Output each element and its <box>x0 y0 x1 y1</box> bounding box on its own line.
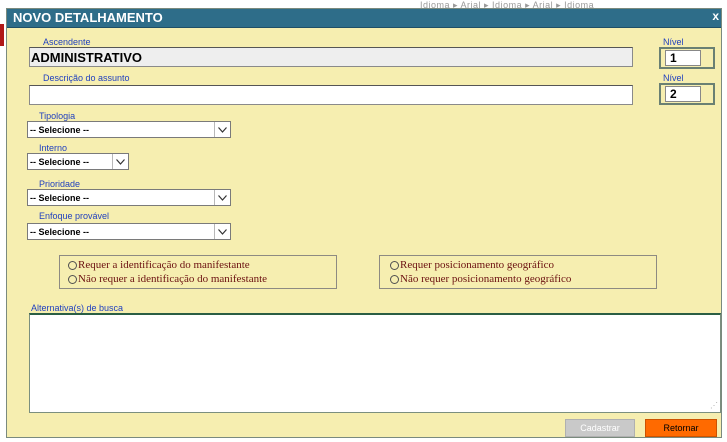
radio-nao-requer-identificacao-label: Não requer a identificação do manifestan… <box>78 273 268 285</box>
nivel-1-box: 1 <box>659 47 715 69</box>
enfoque-label: Enfoque provável <box>39 211 110 221</box>
cadastrar-button[interactable]: Cadastrar <box>565 419 635 437</box>
dialog-title: NOVO DETALHAMENTO <box>13 10 163 25</box>
nivel-2-label: Nível <box>663 73 684 83</box>
tipologia-label: Tipologia <box>39 111 76 121</box>
radio-nao-requer-identificacao[interactable]: Não requer a identificação do manifestan… <box>68 273 267 285</box>
tipologia-select[interactable]: -- Selecione -- <box>27 121 231 138</box>
interno-label: Interno <box>39 143 68 153</box>
enfoque-select[interactable]: -- Selecione -- <box>27 223 231 240</box>
radio-nao-requer-geografico-label: Não requer posicionamento geográfico <box>400 273 572 285</box>
dialog-novo-detalhamento: NOVO DETALHAMENTO x Ascendente ADMINISTR… <box>6 8 722 438</box>
geografico-group: Requer posicionamento geográfico Não req… <box>379 255 657 289</box>
chevron-down-icon[interactable] <box>112 154 128 169</box>
nivel-1-label: Nível <box>663 37 684 47</box>
ascendente-label: Ascendente <box>43 37 91 47</box>
prioridade-selected: -- Selecione -- <box>30 193 90 203</box>
prioridade-select[interactable]: -- Selecione -- <box>27 189 231 206</box>
radio-requer-geografico[interactable]: Requer posicionamento geográfico <box>390 259 554 271</box>
radio-requer-identificacao[interactable]: Requer a identificação do manifestante <box>68 259 250 271</box>
nivel-1-value: 1 <box>665 50 701 66</box>
chevron-down-icon[interactable] <box>214 190 230 205</box>
radio-button[interactable] <box>68 260 77 270</box>
descricao-label: Descrição do assunto <box>43 73 130 83</box>
interno-select[interactable]: -- Selecione -- <box>27 153 129 170</box>
interno-selected: -- Selecione -- <box>30 157 90 167</box>
radio-nao-requer-geografico[interactable]: Não requer posicionamento geográfico <box>390 273 571 285</box>
radio-button[interactable] <box>390 274 399 284</box>
radio-button[interactable] <box>390 260 399 270</box>
identificacao-group: Requer a identificação do manifestante N… <box>59 255 337 289</box>
alternativas-textarea[interactable]: ⋰ <box>29 313 721 413</box>
resize-grip-icon[interactable]: ⋰ <box>710 401 718 410</box>
radio-button[interactable] <box>68 274 77 284</box>
ascendente-field: ADMINISTRATIVO <box>29 47 633 67</box>
background-accent-mark <box>0 24 4 46</box>
prioridade-label: Prioridade <box>39 179 81 189</box>
enfoque-selected: -- Selecione -- <box>30 227 90 237</box>
nivel-2-group: Nível 2 <box>659 73 717 109</box>
nivel-2-box: 2 <box>659 83 715 105</box>
nivel-1-group: Nível 1 <box>659 37 717 73</box>
close-icon[interactable]: x <box>712 9 719 23</box>
retornar-button[interactable]: Retornar <box>645 419 717 437</box>
chevron-down-icon[interactable] <box>214 224 230 239</box>
descricao-input[interactable] <box>29 85 633 105</box>
radio-requer-identificacao-label: Requer a identificação do manifestante <box>78 259 250 271</box>
chevron-down-icon[interactable] <box>214 122 230 137</box>
tipologia-selected: -- Selecione -- <box>30 125 90 135</box>
radio-requer-geografico-label: Requer posicionamento geográfico <box>400 259 554 271</box>
nivel-2-value: 2 <box>665 86 701 102</box>
alternativas-label: Alternativa(s) de busca <box>31 303 124 313</box>
dialog-titlebar: NOVO DETALHAMENTO x <box>7 9 721 28</box>
